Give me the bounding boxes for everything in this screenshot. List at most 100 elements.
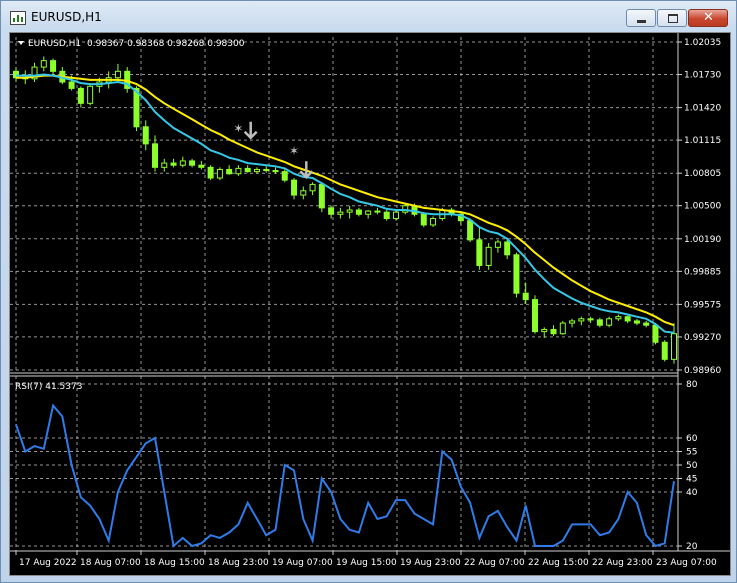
- candle-bear: [531, 299, 538, 333]
- candle-bear: [504, 241, 511, 256]
- time-label: 22 Aug 15:00: [528, 558, 589, 568]
- triangle-down-icon[interactable]: [18, 41, 24, 45]
- candle-bear: [142, 126, 149, 145]
- candle-bear: [226, 168, 233, 175]
- candle-bull: [365, 210, 372, 215]
- chart-window-icon: [10, 11, 26, 25]
- grid: [10, 37, 678, 551]
- candle-bear: [374, 210, 381, 213]
- down-arrow-icon: [243, 121, 258, 140]
- candle-bull: [300, 190, 307, 196]
- close-icon: ✕: [703, 10, 714, 25]
- time-label: 19 Aug 15:00: [336, 558, 397, 568]
- rsi-level-label: 50: [686, 461, 698, 471]
- candle-bear: [68, 81, 75, 89]
- candle-bull: [569, 320, 576, 324]
- candle-bear: [355, 209, 362, 215]
- star-icon: ✶: [233, 122, 243, 136]
- candle-bear: [50, 60, 57, 72]
- candle-bull: [606, 318, 613, 326]
- rsi-level-label: 55: [686, 448, 697, 458]
- candle-bear: [633, 320, 640, 324]
- time-label: 17 Aug 2022: [19, 558, 77, 568]
- candle-bear: [522, 292, 529, 301]
- chart-window: EURUSD,H1 ✕ ✶ ✶ 1.02035 1.01730 1.01420 1.01…: [0, 0, 737, 583]
- candle-bear: [272, 170, 279, 173]
- time-label: 19 Aug 23:00: [400, 558, 461, 568]
- close-button[interactable]: ✕: [688, 9, 728, 27]
- main-panel-symbol: EURUSD,H1: [28, 39, 81, 49]
- main-panel-values: 0.98367 0.98368 0.98268 0.98300: [87, 39, 245, 49]
- candle-bear: [170, 162, 177, 166]
- price-label: 1.01115: [684, 136, 721, 146]
- maximize-button[interactable]: [657, 9, 687, 27]
- minimize-icon: [637, 20, 646, 23]
- candle-bear: [281, 171, 288, 181]
- price-label: 0.99270: [684, 333, 721, 343]
- candle-bear: [189, 160, 196, 166]
- candle-bear: [513, 254, 520, 294]
- candle-bear: [318, 183, 325, 209]
- chart-canvas[interactable]: ✶✶ 1.020351.017301.014201.011151.008051.…: [10, 33, 730, 575]
- candle-bear: [198, 164, 205, 168]
- price-label: 1.00190: [684, 235, 721, 245]
- candle-bull: [430, 218, 437, 226]
- star-icon: ✶: [289, 144, 299, 158]
- candle-bear: [550, 328, 557, 335]
- time-label: 22 Aug 07:00: [464, 558, 525, 568]
- candle-bull: [578, 318, 585, 322]
- candle-bear: [467, 220, 474, 241]
- candle-bull: [235, 167, 242, 175]
- rsi-line: [15, 403, 675, 548]
- rsi-level-label: 45: [686, 475, 697, 485]
- title-bar[interactable]: EURUSD,H1 ✕: [1, 1, 736, 31]
- price-label: 1.00805: [684, 169, 721, 179]
- price-label: 0.99575: [684, 300, 721, 310]
- candle-bull: [559, 322, 566, 335]
- candle-bull: [40, 60, 47, 68]
- rsi-level-label: 80: [686, 380, 698, 390]
- rsi-panel-label: RSI(7) 41.5373: [15, 382, 82, 392]
- rsi-level-label: 60: [686, 434, 698, 444]
- axis-labels: 1.02035 1.01730 1.01420 1.01115 1.00805 1.005…: [15, 38, 721, 568]
- candle-bull: [216, 168, 223, 179]
- candle-bull: [615, 316, 622, 320]
- time-label: 22 Aug 23:00: [592, 558, 653, 568]
- chart-area[interactable]: ✶ ✶ 1.02035 1.01730 1.01420 1.01115 1.00805 1.…: [9, 32, 731, 576]
- rsi-level-label: 40: [686, 488, 698, 498]
- panel-frames: [10, 33, 730, 552]
- candle-bull: [485, 246, 492, 266]
- candle-bull: [253, 168, 260, 173]
- price-label: 1.02035: [684, 38, 721, 48]
- candle-bear: [476, 239, 483, 266]
- price-label: 1.01420: [684, 104, 721, 114]
- candle-bull: [494, 241, 501, 248]
- candle-bear: [244, 167, 251, 173]
- candle-bear: [643, 322, 650, 326]
- candle-bear: [596, 319, 603, 326]
- time-label: 19 Aug 07:00: [272, 558, 333, 568]
- rsi-level-label: 20: [686, 542, 698, 552]
- candle-bear: [587, 318, 594, 321]
- candle-bull: [309, 183, 316, 192]
- price-label: 0.98960: [684, 366, 721, 376]
- candle-bear: [207, 166, 214, 179]
- candle-bear: [263, 168, 270, 172]
- candle-bear: [661, 341, 668, 360]
- minimize-button[interactable]: [626, 9, 656, 27]
- time-label: 18 Aug 07:00: [80, 558, 141, 568]
- candles: [13, 56, 677, 364]
- ma-slow-line: [16, 74, 675, 327]
- candle-bull: [87, 85, 94, 104]
- time-label: 18 Aug 15:00: [144, 558, 205, 568]
- candle-bear: [152, 143, 159, 168]
- candle-bull: [179, 160, 186, 166]
- time-label: 18 Aug 23:00: [208, 558, 269, 568]
- candle-bear: [328, 207, 335, 215]
- candle-bull: [114, 70, 121, 79]
- candle-bull: [337, 211, 344, 215]
- time-label: 23 Aug 07:00: [656, 558, 717, 568]
- ma-fast-line: [16, 73, 675, 334]
- candle-bear: [420, 213, 427, 226]
- candle-bear: [383, 211, 390, 220]
